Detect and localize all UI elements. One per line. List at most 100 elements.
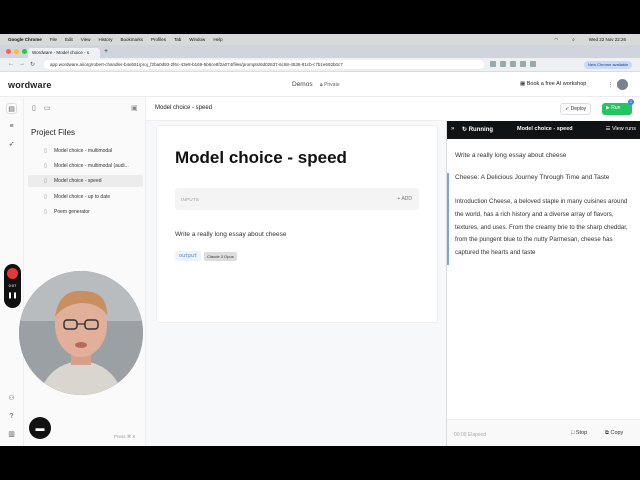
app-header: wordware Demos 🔒︎ Private ▦ Book a free … <box>0 73 640 97</box>
inputs-label: INPUTS <box>181 197 200 202</box>
webcam-overlay <box>19 271 143 395</box>
logo[interactable]: wordware <box>8 80 52 90</box>
window-controls <box>6 49 27 54</box>
run-panel-header: » ↻ Running Model choice - speed ☰ View … <box>447 121 640 139</box>
reload-icon[interactable]: ↻ <box>30 61 35 68</box>
files-icon[interactable]: ▤ <box>6 103 17 114</box>
pause-icon[interactable]: ❚❚ <box>4 292 21 299</box>
play-icon: ▶ <box>606 105 610 111</box>
file-item[interactable]: ▯ Model choice - multimodal (audi... <box>28 160 143 172</box>
extension-icon[interactable] <box>520 61 526 67</box>
wifi-icon[interactable]: ◠ <box>554 37 558 43</box>
deploy-button[interactable]: ➶ Deploy <box>560 103 592 115</box>
zoom-window-icon[interactable] <box>22 49 27 54</box>
file-label: Model choice - multimodal (audi... <box>54 163 129 169</box>
run-title: Model choice - speed <box>517 126 573 132</box>
workshop-label: Book a free AI workshop <box>526 81 587 87</box>
editor-header: Model choice - speed <box>146 97 446 121</box>
run-panel-footer: 00:09 Elapsed □ Stop ⧉ Copy <box>447 419 640 446</box>
extension-icon[interactable] <box>530 61 536 67</box>
copy-label: Copy <box>610 430 624 436</box>
file-item[interactable]: ▯ Model choice - up to date <box>28 191 143 203</box>
extension-icon[interactable] <box>510 61 516 67</box>
menu-file[interactable]: File <box>50 37 57 42</box>
network-icon[interactable]: ⚇ <box>6 393 17 404</box>
run-status: ↻ Running <box>462 126 493 133</box>
rocket-icon[interactable]: ➶ <box>6 139 17 150</box>
model-tag[interactable]: Claude 3 Opus <box>204 251 237 261</box>
menu-bookmarks[interactable]: Bookmarks <box>121 37 144 42</box>
run-button[interactable]: ▶ Run <box>602 103 632 115</box>
collapse-panel-icon[interactable]: » <box>451 126 454 132</box>
menu-view[interactable]: View <box>81 37 91 42</box>
rocket-icon: ➶ <box>565 106 570 112</box>
help-icon[interactable]: ? <box>6 411 17 422</box>
output-tag[interactable]: output <box>175 251 202 261</box>
docs-icon[interactable]: ▥ <box>6 429 17 440</box>
file-icon: ▯ <box>44 194 48 200</box>
new-file-icon[interactable]: ▯ <box>32 104 36 112</box>
calendar-icon: ▦ <box>520 81 526 87</box>
file-item[interactable]: ▯ Poem generator <box>28 206 143 218</box>
recorder-widget: 0:07 ❚❚ <box>4 264 21 308</box>
file-icon: ▯ <box>44 209 48 215</box>
menubar-clock[interactable]: Wed 22 Nov 22:26 <box>589 37 626 42</box>
page-title[interactable]: Model choice - speed <box>175 148 347 168</box>
prompt-card: Model choice - speed INPUTS + ADD Write … <box>156 125 438 323</box>
book-icon[interactable]: ≡ <box>6 121 17 132</box>
menu-help[interactable]: Help <box>213 37 222 42</box>
address-bar: ← → ↻ app.wordware.ai/org/robert-chandle… <box>0 58 640 72</box>
add-input-button[interactable]: + ADD <box>397 196 412 202</box>
menu-history[interactable]: History <box>98 37 112 42</box>
url-field[interactable]: app.wordware.ai/org/robert-chandler-b4eb… <box>44 60 484 69</box>
close-window-icon[interactable] <box>6 49 11 54</box>
prompt-text[interactable]: Write a really long essay about cheese <box>175 231 287 238</box>
file-label: Model choice - up to date <box>54 194 111 200</box>
project-name[interactable]: Demos <box>292 81 313 88</box>
extension-icon[interactable] <box>490 61 496 67</box>
file-icon: ▯ <box>44 163 48 169</box>
minimize-window-icon[interactable] <box>14 49 19 54</box>
new-tab-icon[interactable]: + <box>104 48 108 55</box>
chat-icon[interactable]: ▬ <box>29 417 51 439</box>
copy-icon: ⧉ <box>605 430 609 436</box>
lock-icon: 🔒︎ <box>320 82 323 88</box>
run-prompt-echo: Write a really long essay about cheese <box>455 152 567 159</box>
visibility-label: 🔒︎ Private <box>320 82 340 88</box>
view-runs-label: View runs <box>611 126 636 132</box>
spinner-icon: ↻ <box>462 127 468 133</box>
menu-tab[interactable]: Tab <box>174 37 181 42</box>
menubar-app-name[interactable]: Google Chrome <box>8 37 42 42</box>
view-runs-button[interactable]: ☰ View runs <box>605 126 636 132</box>
editor-tab-title: Model choice - speed <box>155 105 213 111</box>
presenter-video <box>19 271 143 395</box>
recorder-time: 0:07 <box>8 283 17 288</box>
extension-icon[interactable] <box>500 61 506 67</box>
record-button[interactable] <box>7 268 18 279</box>
file-icon: ▯ <box>44 148 48 154</box>
back-icon[interactable]: ← <box>8 61 14 68</box>
left-rail: ▤ ≡ ➶ 0:07 ❚❚ ⚇ ? ▥ <box>0 97 24 446</box>
file-item[interactable]: ▯ Model choice - multimodal <box>28 145 143 157</box>
copy-button[interactable]: ⧉ Copy <box>605 430 623 437</box>
menu-window[interactable]: Window <box>189 37 205 42</box>
menu-profiles[interactable]: Profiles <box>151 37 166 42</box>
new-chrome-badge[interactable]: New Chrome available <box>584 61 633 69</box>
file-item-selected[interactable]: ▯ Model choice - speed <box>28 175 143 187</box>
stop-label: Stop <box>575 430 588 436</box>
forward-icon[interactable]: → <box>19 61 25 68</box>
workshop-link[interactable]: ▦ Book a free AI workshop <box>520 81 586 87</box>
new-folder-icon[interactable]: ▭ <box>44 104 51 112</box>
avatar[interactable] <box>617 79 628 90</box>
file-label: Poem generator <box>54 209 90 215</box>
browser-tabbar: Wordware - Model choice - s + <box>0 45 640 58</box>
run-count-badge: 1 <box>628 99 634 105</box>
stop-button[interactable]: □ Stop <box>571 430 587 436</box>
browser-tab[interactable]: Wordware - Model choice - s <box>28 48 100 58</box>
layout-toggle-icon[interactable]: ▣ <box>131 104 138 112</box>
command-hint: Press ⌘ K <box>114 434 136 439</box>
search-icon[interactable]: ⌕ <box>572 37 575 42</box>
menu-edit[interactable]: Edit <box>65 37 73 42</box>
output-heading: Cheese: A Delicious Journey Through Time… <box>455 174 610 181</box>
generation-block[interactable]: output Claude 3 Opus <box>175 251 237 261</box>
